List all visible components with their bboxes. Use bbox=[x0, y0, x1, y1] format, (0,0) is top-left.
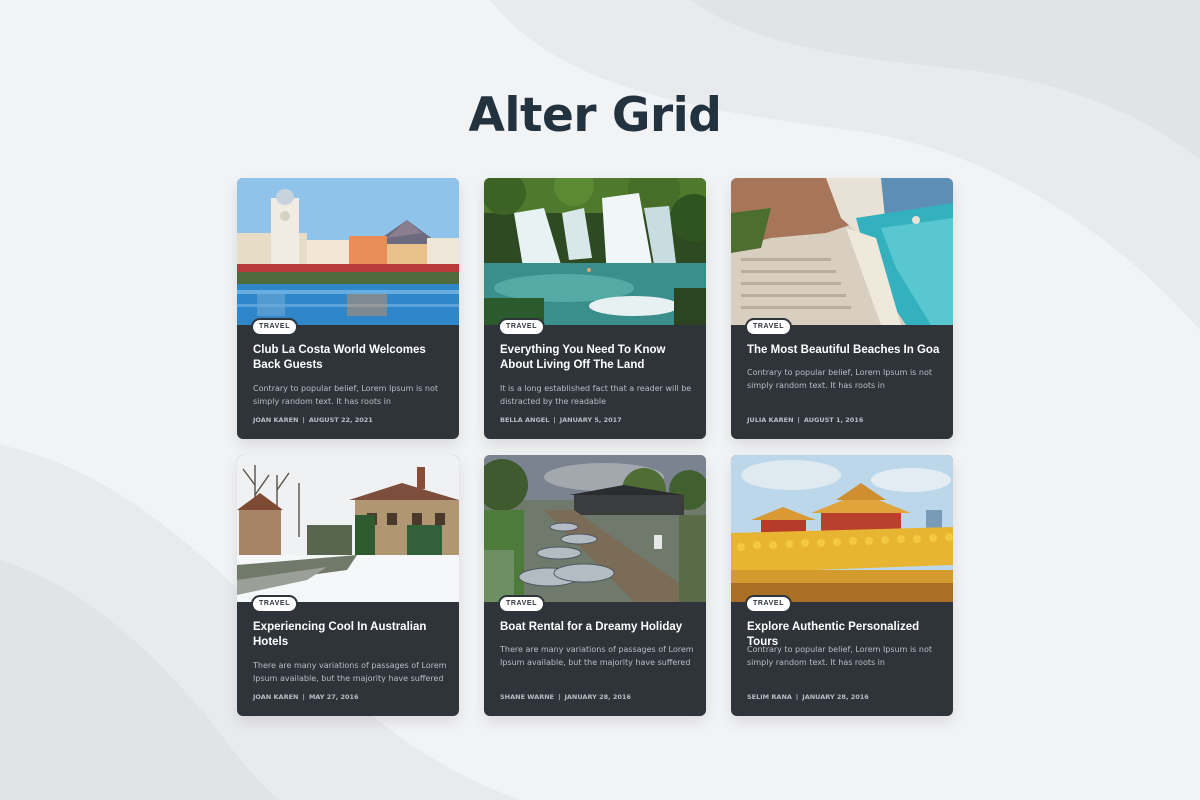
beach-image[interactable] bbox=[731, 178, 953, 325]
post-card[interactable]: TRAVEL Boat Rental for a Dreamy Holiday … bbox=[484, 455, 706, 716]
category-badge[interactable]: TRAVEL bbox=[251, 318, 299, 336]
category-badge[interactable]: TRAVEL bbox=[745, 595, 793, 613]
card-title[interactable]: Club La Costa World Welcomes Back Guests bbox=[253, 343, 449, 373]
temple-image[interactable] bbox=[731, 455, 953, 602]
card-excerpt: There are many variations of passages of… bbox=[500, 645, 694, 667]
meta-separator: | bbox=[302, 693, 305, 701]
card-excerpt: Contrary to popular belief, Lorem Ipsum … bbox=[253, 384, 438, 406]
post-date: AUGUST 22, 2021 bbox=[308, 416, 373, 424]
waterfall-image[interactable] bbox=[484, 178, 706, 325]
post-date: JANUARY 5, 2017 bbox=[559, 416, 622, 424]
author-name[interactable]: SHANE WARNE bbox=[500, 693, 554, 701]
resort-pool-image[interactable] bbox=[237, 178, 459, 325]
card-title[interactable]: The Most Beautiful Beaches In Goa bbox=[747, 343, 943, 358]
post-date: JANUARY 28, 2016 bbox=[564, 693, 631, 701]
meta-separator: | bbox=[302, 416, 305, 424]
meta-separator: | bbox=[797, 416, 800, 424]
post-grid: TRAVEL Club La Costa World Welcomes Back… bbox=[237, 178, 953, 716]
card-title[interactable]: Everything You Need To Know About Living… bbox=[500, 343, 696, 373]
author-name[interactable]: JOAN KAREN bbox=[253, 416, 298, 424]
post-date: MAY 27, 2016 bbox=[308, 693, 359, 701]
category-badge[interactable]: TRAVEL bbox=[745, 318, 793, 336]
card-excerpt: There are many variations of passages of… bbox=[253, 661, 447, 683]
card-meta: SHANE WARNE | JANUARY 28, 2016 bbox=[500, 693, 631, 701]
author-name[interactable]: JOAN KAREN bbox=[253, 693, 298, 701]
snowy-manor-image[interactable] bbox=[237, 455, 459, 602]
card-meta: JOAN KAREN | MAY 27, 2016 bbox=[253, 693, 359, 701]
author-name[interactable]: SELIM RANA bbox=[747, 693, 792, 701]
card-meta: BELLA ANGEL | JANUARY 5, 2017 bbox=[500, 416, 622, 424]
author-name[interactable]: JULIA KAREN bbox=[747, 416, 794, 424]
post-date: AUGUST 1, 2016 bbox=[803, 416, 864, 424]
category-badge[interactable]: TRAVEL bbox=[498, 595, 546, 613]
card-meta: SELIM RANA | JANUARY 28, 2016 bbox=[747, 693, 869, 701]
post-card[interactable]: TRAVEL Explore Authentic Personalized To… bbox=[731, 455, 953, 716]
post-card[interactable]: TRAVEL Experiencing Cool In Australian H… bbox=[237, 455, 459, 716]
post-card[interactable]: TRAVEL Everything You Need To Know About… bbox=[484, 178, 706, 439]
meta-separator: | bbox=[553, 416, 556, 424]
meta-separator: | bbox=[558, 693, 561, 701]
card-meta: JULIA KAREN | AUGUST 1, 2016 bbox=[747, 416, 863, 424]
boats-image[interactable] bbox=[484, 455, 706, 602]
meta-separator: | bbox=[795, 693, 799, 701]
card-title[interactable]: Experiencing Cool In Australian Hotels bbox=[253, 620, 449, 650]
card-excerpt: Contrary to popular belief, Lorem Ipsum … bbox=[747, 368, 932, 390]
card-excerpt: Contrary to popular belief, Lorem Ipsum … bbox=[747, 645, 932, 667]
page-title: Alter Grid bbox=[468, 88, 722, 143]
category-badge[interactable]: TRAVEL bbox=[498, 318, 546, 336]
author-name[interactable]: BELLA ANGEL bbox=[500, 416, 549, 424]
category-badge[interactable]: TRAVEL bbox=[251, 595, 299, 613]
post-card[interactable]: TRAVEL The Most Beautiful Beaches In Goa… bbox=[731, 178, 953, 439]
card-excerpt: It is a long established fact that a rea… bbox=[500, 384, 692, 406]
post-card[interactable]: TRAVEL Club La Costa World Welcomes Back… bbox=[237, 178, 459, 439]
post-date: JANUARY 28, 2016 bbox=[802, 693, 869, 701]
card-title[interactable]: Boat Rental for a Dreamy Holiday bbox=[500, 620, 696, 635]
card-meta: JOAN KAREN | AUGUST 22, 2021 bbox=[253, 416, 373, 424]
